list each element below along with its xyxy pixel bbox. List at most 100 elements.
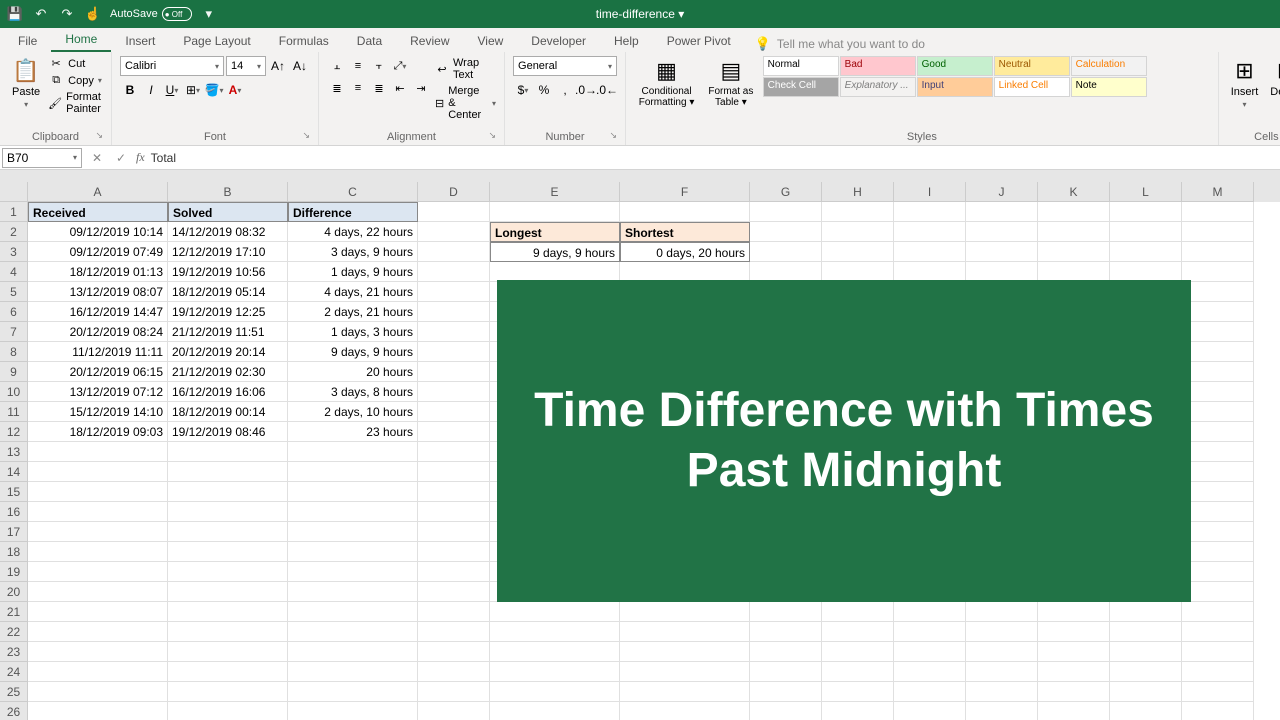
cell-empty-K21[interactable] xyxy=(1038,602,1110,622)
cell-A8[interactable]: 11/12/2019 11:11 xyxy=(28,342,168,362)
cell-empty-K2[interactable] xyxy=(1038,222,1110,242)
cell-empty-D4[interactable] xyxy=(418,262,490,282)
cell-empty-A20[interactable] xyxy=(28,582,168,602)
row-header-21[interactable]: 21 xyxy=(0,602,28,622)
cell-empty-B13[interactable] xyxy=(168,442,288,462)
cell-empty-F26[interactable] xyxy=(620,702,750,720)
align-center-icon[interactable]: ≡ xyxy=(348,78,368,98)
col-header-F[interactable]: F xyxy=(620,182,750,202)
cell-empty-G2[interactable] xyxy=(750,222,822,242)
increase-font-icon[interactable]: A↑ xyxy=(268,56,288,76)
col-header-K[interactable]: K xyxy=(1038,182,1110,202)
row-header-22[interactable]: 22 xyxy=(0,622,28,642)
cell-empty-D20[interactable] xyxy=(418,582,490,602)
row-header-4[interactable]: 4 xyxy=(0,262,28,282)
fx-icon[interactable]: fx xyxy=(136,150,145,165)
cell-empty-B26[interactable] xyxy=(168,702,288,720)
qat-customize-icon[interactable]: ▾ xyxy=(200,5,218,23)
tab-home[interactable]: Home xyxy=(51,28,111,52)
comma-format-icon[interactable]: , xyxy=(555,80,575,100)
cell-empty-L23[interactable] xyxy=(1110,642,1182,662)
cell-empty-D8[interactable] xyxy=(418,342,490,362)
cell-empty-L21[interactable] xyxy=(1110,602,1182,622)
col-header-D[interactable]: D xyxy=(418,182,490,202)
cell-C12[interactable]: 23 hours xyxy=(288,422,418,442)
cell-empty-C25[interactable] xyxy=(288,682,418,702)
cell-empty-M23[interactable] xyxy=(1182,642,1254,662)
tab-view[interactable]: View xyxy=(464,30,518,52)
cell-empty-M22[interactable] xyxy=(1182,622,1254,642)
cell-empty-M18[interactable] xyxy=(1182,542,1254,562)
copy-button[interactable]: ⧉Copy▾ xyxy=(48,73,103,88)
cell-empty-B17[interactable] xyxy=(168,522,288,542)
cell-A6[interactable]: 16/12/2019 14:47 xyxy=(28,302,168,322)
percent-format-icon[interactable]: % xyxy=(534,80,554,100)
cell-empty-D24[interactable] xyxy=(418,662,490,682)
row-header-3[interactable]: 3 xyxy=(0,242,28,262)
col-header-H[interactable]: H xyxy=(822,182,894,202)
cell-empty-A14[interactable] xyxy=(28,462,168,482)
cell-B1[interactable]: Solved xyxy=(168,202,288,222)
cell-empty-C22[interactable] xyxy=(288,622,418,642)
cell-empty-M24[interactable] xyxy=(1182,662,1254,682)
font-name-select[interactable]: Calibri▾ xyxy=(120,56,224,76)
cell-empty-K25[interactable] xyxy=(1038,682,1110,702)
cell-empty-J4[interactable] xyxy=(966,262,1038,282)
row-header-5[interactable]: 5 xyxy=(0,282,28,302)
increase-decimal-icon[interactable]: .0→ xyxy=(576,80,596,100)
cell-A5[interactable]: 13/12/2019 08:07 xyxy=(28,282,168,302)
row-header-10[interactable]: 10 xyxy=(0,382,28,402)
cell-empty-D26[interactable] xyxy=(418,702,490,720)
row-header-13[interactable]: 13 xyxy=(0,442,28,462)
style-linked-cell[interactable]: Linked Cell xyxy=(994,77,1070,97)
cell-B12[interactable]: 19/12/2019 08:46 xyxy=(168,422,288,442)
cell-empty-G23[interactable] xyxy=(750,642,822,662)
cell-empty-C17[interactable] xyxy=(288,522,418,542)
cell-empty-B20[interactable] xyxy=(168,582,288,602)
cell-empty-B25[interactable] xyxy=(168,682,288,702)
cell-B8[interactable]: 20/12/2019 20:14 xyxy=(168,342,288,362)
cell-empty-E24[interactable] xyxy=(490,662,620,682)
row-header-6[interactable]: 6 xyxy=(0,302,28,322)
cell-empty-L24[interactable] xyxy=(1110,662,1182,682)
cell-A12[interactable]: 18/12/2019 09:03 xyxy=(28,422,168,442)
align-middle-icon[interactable]: ≡ xyxy=(348,56,368,76)
align-left-icon[interactable]: ≣ xyxy=(327,78,347,98)
cell-A11[interactable]: 15/12/2019 14:10 xyxy=(28,402,168,422)
cell-empty-E4[interactable] xyxy=(490,262,620,282)
tell-me-search[interactable]: 💡 Tell me what you want to do xyxy=(755,36,925,52)
cell-empty-E1[interactable] xyxy=(490,202,620,222)
cell-empty-G25[interactable] xyxy=(750,682,822,702)
cell-empty-A16[interactable] xyxy=(28,502,168,522)
cell-B3[interactable]: 12/12/2019 17:10 xyxy=(168,242,288,262)
cell-empty-E26[interactable] xyxy=(490,702,620,720)
cell-empty-L26[interactable] xyxy=(1110,702,1182,720)
font-color-button[interactable]: A▾ xyxy=(225,80,245,100)
cell-empty-J1[interactable] xyxy=(966,202,1038,222)
cell-empty-B21[interactable] xyxy=(168,602,288,622)
cell-empty-J24[interactable] xyxy=(966,662,1038,682)
col-header-E[interactable]: E xyxy=(490,182,620,202)
row-header-12[interactable]: 12 xyxy=(0,422,28,442)
cell-empty-K26[interactable] xyxy=(1038,702,1110,720)
cell-empty-M10[interactable] xyxy=(1182,382,1254,402)
touch-icon[interactable]: ☝ xyxy=(84,5,102,23)
cell-empty-H4[interactable] xyxy=(822,262,894,282)
align-bottom-icon[interactable]: ⫟ xyxy=(369,56,389,76)
cell-empty-E22[interactable] xyxy=(490,622,620,642)
cell-empty-M14[interactable] xyxy=(1182,462,1254,482)
row-header-16[interactable]: 16 xyxy=(0,502,28,522)
cell-empty-C16[interactable] xyxy=(288,502,418,522)
row-header-2[interactable]: 2 xyxy=(0,222,28,242)
cell-C1[interactable]: Difference xyxy=(288,202,418,222)
cell-empty-A22[interactable] xyxy=(28,622,168,642)
style-input[interactable]: Input xyxy=(917,77,993,97)
cell-empty-D3[interactable] xyxy=(418,242,490,262)
cell-empty-G22[interactable] xyxy=(750,622,822,642)
row-header-15[interactable]: 15 xyxy=(0,482,28,502)
fill-color-button[interactable]: 🪣▾ xyxy=(204,80,224,100)
cell-empty-C15[interactable] xyxy=(288,482,418,502)
row-header-25[interactable]: 25 xyxy=(0,682,28,702)
row-header-20[interactable]: 20 xyxy=(0,582,28,602)
cell-empty-H26[interactable] xyxy=(822,702,894,720)
